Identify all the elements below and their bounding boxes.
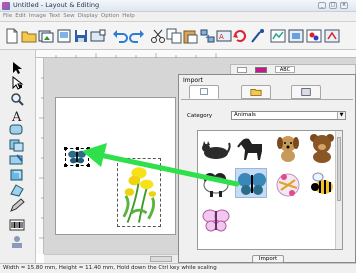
ladybug-icon[interactable] xyxy=(272,169,304,199)
preview-icon[interactable] xyxy=(288,28,304,44)
menu-option[interactable]: Option xyxy=(98,12,119,19)
horizontal-ruler xyxy=(36,50,356,58)
placed-flowers[interactable] xyxy=(117,158,161,227)
panel-header: ABC xyxy=(230,64,356,74)
design-page[interactable] xyxy=(55,97,176,235)
menu-bar: File Edit Image Text Sew Display Option Help xyxy=(0,12,356,22)
save-icon[interactable] xyxy=(73,28,89,44)
tab-disk[interactable] xyxy=(291,85,321,99)
select-icon[interactable] xyxy=(9,61,25,75)
tab-divider xyxy=(181,99,353,100)
scroll-thumb[interactable] xyxy=(150,256,172,262)
import-icon[interactable] xyxy=(38,28,54,44)
title-bar: Untitled - Layout & Editing _ □ × xyxy=(0,0,356,12)
svg-text:A: A xyxy=(219,33,224,41)
status-text: Width = 15.80 mm, Height = 11.40 mm, Hol… xyxy=(3,265,217,271)
menu-file[interactable]: File xyxy=(0,12,12,19)
butterfly-small-icon[interactable] xyxy=(200,206,232,236)
bear-icon[interactable] xyxy=(306,133,338,163)
cat-icon[interactable] xyxy=(200,135,232,165)
gallery-scrollbar[interactable] xyxy=(335,131,342,249)
svg-text:A: A xyxy=(11,110,22,122)
export-icon[interactable] xyxy=(56,28,72,44)
bee-icon[interactable] xyxy=(306,169,338,199)
drawing-icon[interactable] xyxy=(9,138,25,152)
dog-icon[interactable] xyxy=(272,133,304,163)
tab-folder[interactable] xyxy=(241,85,271,99)
tab-clipart[interactable] xyxy=(189,85,219,99)
menu-image[interactable]: Image xyxy=(26,12,46,19)
menu-display[interactable]: Display xyxy=(75,12,98,19)
category-value: Animals xyxy=(234,112,256,118)
import-panel: Import Category Animals ▼ Import xyxy=(178,74,356,263)
category-select[interactable]: Animals ▼ xyxy=(231,111,346,120)
barcode-icon[interactable] xyxy=(9,218,25,232)
category-label: Category xyxy=(187,113,213,119)
open-icon[interactable] xyxy=(21,28,37,44)
stitch-icon[interactable] xyxy=(250,28,266,44)
font-tab[interactable]: ABC xyxy=(275,66,295,73)
point-edit-icon[interactable] xyxy=(9,75,25,90)
rotate-icon[interactable] xyxy=(232,28,248,44)
menu-edit[interactable]: Edit xyxy=(12,12,26,19)
butterfly-icon[interactable] xyxy=(235,168,267,198)
sew-simulator-icon[interactable]: A xyxy=(216,28,232,44)
stitch-tool-icon[interactable] xyxy=(9,168,25,182)
cut-icon[interactable] xyxy=(150,28,166,44)
menu-sew[interactable]: Sew xyxy=(60,12,74,19)
design-icon[interactable] xyxy=(270,28,286,44)
sheep-icon[interactable] xyxy=(200,169,232,199)
eraser-icon[interactable] xyxy=(9,183,25,197)
close-button[interactable]: × xyxy=(340,2,348,9)
placed-butterfly[interactable] xyxy=(64,147,90,167)
distribute-icon[interactable] xyxy=(200,28,216,44)
import-button[interactable]: Import xyxy=(252,255,284,263)
paste-icon[interactable] xyxy=(182,28,198,44)
horse-icon[interactable] xyxy=(236,133,268,163)
pen-icon[interactable] xyxy=(9,198,25,212)
menu-help[interactable]: Help xyxy=(119,12,135,19)
palette-icon[interactable] xyxy=(306,28,322,44)
toolbar: A xyxy=(0,22,356,50)
shape-icon[interactable] xyxy=(9,123,25,137)
tool-palette: A xyxy=(0,50,36,263)
sew-icon[interactable] xyxy=(324,28,340,44)
status-bar: Width = 15.80 mm, Height = 11.40 mm, Hol… xyxy=(0,263,356,273)
text-icon[interactable]: A xyxy=(9,108,25,125)
color-swatch-magenta[interactable] xyxy=(255,67,267,73)
copy-icon[interactable] xyxy=(166,28,182,44)
vertical-ruler xyxy=(36,58,44,254)
window-title: Untitled - Layout & Editing xyxy=(13,1,100,9)
menu-text[interactable]: Text xyxy=(46,12,60,19)
paint-icon[interactable] xyxy=(9,153,25,167)
redo-icon[interactable] xyxy=(129,28,145,44)
clipart-gallery xyxy=(197,130,343,250)
gallery-scroll-thumb[interactable] xyxy=(337,137,341,201)
card-icon[interactable] xyxy=(90,28,106,44)
undo-icon[interactable] xyxy=(112,28,128,44)
maximize-button[interactable]: □ xyxy=(329,2,337,9)
hoop-icon[interactable] xyxy=(9,235,25,249)
app-icon xyxy=(2,2,10,10)
minimize-button[interactable]: _ xyxy=(318,2,326,9)
zoom-icon[interactable] xyxy=(9,92,25,106)
chevron-down-icon[interactable]: ▼ xyxy=(337,112,345,119)
new-icon[interactable] xyxy=(4,28,20,44)
import-panel-title: Import xyxy=(183,77,203,84)
color-swatch-white[interactable] xyxy=(237,67,247,73)
